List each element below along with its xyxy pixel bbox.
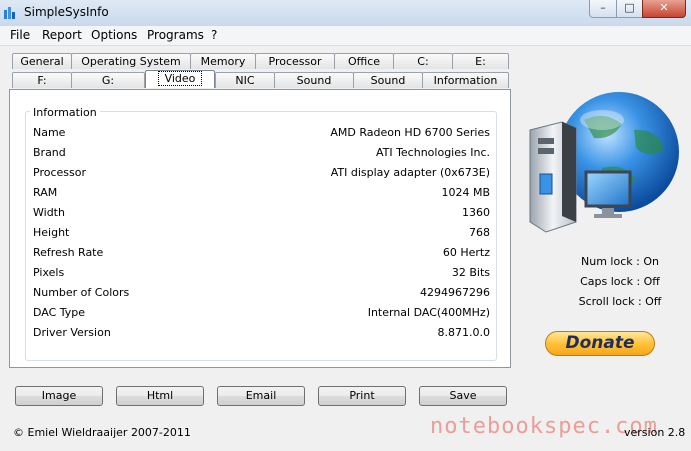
tab-e-drive[interactable]: E: bbox=[452, 53, 509, 69]
print-button[interactable]: Print bbox=[318, 386, 406, 406]
menu-help[interactable]: ? bbox=[211, 28, 217, 42]
copyright-text: © Emiel Wieldraaijer 2007-2011 bbox=[13, 426, 191, 439]
tab-memory[interactable]: Memory bbox=[190, 53, 256, 69]
row-label: Driver Version bbox=[33, 326, 111, 339]
tab-f-drive[interactable]: F: bbox=[12, 72, 72, 88]
caps-lock-status: Caps lock : Off bbox=[580, 275, 660, 288]
row-label: Height bbox=[33, 226, 70, 239]
tab-video[interactable]: Video bbox=[145, 70, 215, 88]
row-label: RAM bbox=[33, 186, 58, 199]
row-value: 4294967296 bbox=[420, 286, 490, 299]
donate-button[interactable]: Donate bbox=[545, 331, 655, 356]
menu-options[interactable]: Options bbox=[91, 28, 137, 42]
info-row-brand: Brand ATI Technologies Inc. bbox=[33, 146, 490, 162]
row-label: Processor bbox=[33, 166, 86, 179]
close-button[interactable]: ✕ bbox=[642, 0, 686, 18]
row-value: 1360 bbox=[462, 206, 490, 219]
info-row-ram: RAM 1024 MB bbox=[33, 186, 490, 202]
row-label: Brand bbox=[33, 146, 66, 159]
title-bar: SimpleSysInfo – □ ✕ bbox=[0, 0, 691, 26]
tab-nic[interactable]: NIC bbox=[215, 72, 275, 88]
tab-processor[interactable]: Processor bbox=[255, 53, 335, 69]
row-value: AMD Radeon HD 6700 Series bbox=[330, 126, 490, 139]
row-label: Width bbox=[33, 206, 65, 219]
tab-general[interactable]: General bbox=[12, 53, 72, 69]
info-row-name: Name AMD Radeon HD 6700 Series bbox=[33, 126, 490, 142]
email-button[interactable]: Email bbox=[217, 386, 305, 406]
num-lock-status: Num lock : On bbox=[581, 255, 659, 268]
scroll-lock-status: Scroll lock : Off bbox=[578, 295, 662, 308]
row-value: ATI Technologies Inc. bbox=[375, 146, 490, 159]
maximize-button[interactable]: □ bbox=[616, 0, 643, 18]
image-button[interactable]: Image bbox=[15, 386, 103, 406]
row-label: Pixels bbox=[33, 266, 65, 279]
version-text: version 2.8 bbox=[624, 426, 686, 439]
minimize-button[interactable]: – bbox=[589, 0, 617, 18]
info-row-height: Height 768 bbox=[33, 226, 490, 242]
group-title: Information bbox=[30, 106, 100, 119]
video-panel: Information Name AMD Radeon HD 6700 Seri… bbox=[9, 89, 511, 368]
row-value: Internal DAC(400MHz) bbox=[367, 306, 490, 319]
app-icon bbox=[4, 7, 15, 19]
tab-sound-1[interactable]: Sound bbox=[274, 72, 354, 88]
info-row-processor: Processor ATI display adapter (0x673E) bbox=[33, 166, 490, 182]
menu-report[interactable]: Report bbox=[42, 28, 82, 42]
row-label: Name bbox=[33, 126, 66, 139]
info-row-dac-type: DAC Type Internal DAC(400MHz) bbox=[33, 306, 490, 322]
row-value: ATI display adapter (0x673E) bbox=[330, 166, 490, 179]
save-button[interactable]: Save bbox=[419, 386, 507, 406]
tab-office[interactable]: Office bbox=[334, 53, 394, 69]
info-row-pixels: Pixels 32 Bits bbox=[33, 266, 490, 282]
info-row-refresh-rate: Refresh Rate 60 Hertz bbox=[33, 246, 490, 262]
html-button[interactable]: Html bbox=[116, 386, 204, 406]
row-value: 60 Hertz bbox=[442, 246, 490, 259]
tab-c-drive[interactable]: C: bbox=[393, 53, 453, 69]
info-row-driver-version: Driver Version 8.871.0.0 bbox=[33, 326, 490, 342]
row-label: DAC Type bbox=[33, 306, 86, 319]
tab-operating-system[interactable]: Operating System bbox=[71, 53, 191, 69]
window-title: SimpleSysInfo bbox=[24, 5, 109, 19]
row-value: 32 Bits bbox=[451, 266, 490, 279]
menu-bar: File Report Options Programs ? bbox=[0, 26, 691, 46]
row-label: Refresh Rate bbox=[33, 246, 104, 259]
tab-sound-2[interactable]: Sound bbox=[353, 72, 423, 88]
tab-g-drive[interactable]: G: bbox=[71, 72, 145, 88]
menu-programs[interactable]: Programs bbox=[147, 28, 204, 42]
row-value: 8.871.0.0 bbox=[437, 326, 490, 339]
tab-video-label: Video bbox=[157, 71, 203, 86]
info-row-width: Width 1360 bbox=[33, 206, 490, 222]
tab-information[interactable]: Information bbox=[422, 72, 509, 88]
row-value: 1024 MB bbox=[441, 186, 490, 199]
info-row-number-of-colors: Number of Colors 4294967296 bbox=[33, 286, 490, 302]
row-value: 768 bbox=[469, 226, 490, 239]
computer-globe-icon bbox=[529, 92, 679, 233]
row-label: Number of Colors bbox=[33, 286, 130, 299]
menu-file[interactable]: File bbox=[10, 28, 30, 42]
